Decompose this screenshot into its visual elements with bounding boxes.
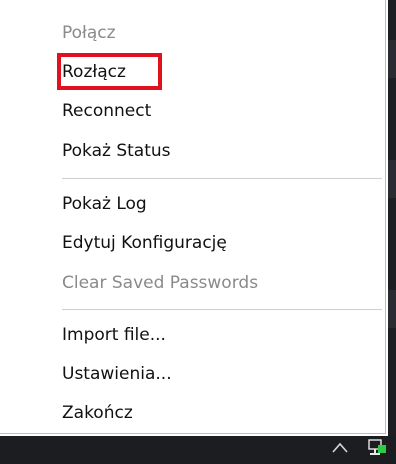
menu-item-reconnect[interactable]: Reconnect bbox=[62, 94, 151, 128]
menu-item-disconnect[interactable]: Rozłącz bbox=[62, 55, 126, 89]
menu-separator bbox=[62, 309, 382, 310]
screen: Połącz Rozłącz Reconnect Pokaż Status Po… bbox=[0, 0, 396, 464]
desktop-stripe bbox=[388, 160, 396, 198]
chevron-up-icon[interactable] bbox=[330, 438, 350, 458]
menu-item-exit[interactable]: Zakończ bbox=[62, 396, 133, 430]
menu-item-edit-config[interactable]: Edytuj Konfigurację bbox=[62, 226, 227, 260]
menu-item-connect: Połącz bbox=[62, 23, 116, 43]
network-icon[interactable] bbox=[366, 436, 388, 460]
menu-separator bbox=[62, 178, 382, 179]
menu-item-settings[interactable]: Ustawienia... bbox=[62, 357, 172, 391]
desktop-stripe bbox=[388, 290, 396, 328]
menu-item-show-log[interactable]: Pokaż Log bbox=[62, 187, 147, 221]
menu-item-show-status[interactable]: Pokaż Status bbox=[62, 134, 171, 168]
context-menu: Połącz Rozłącz Reconnect Pokaż Status Po… bbox=[0, 0, 386, 434]
desktop-stripe bbox=[388, 40, 396, 78]
menu-item-clear-saved-passwords: Clear Saved Passwords bbox=[62, 273, 259, 293]
desktop-background bbox=[388, 0, 396, 436]
menu-item-import-file[interactable]: Import file... bbox=[62, 318, 166, 352]
taskbar bbox=[0, 436, 396, 464]
